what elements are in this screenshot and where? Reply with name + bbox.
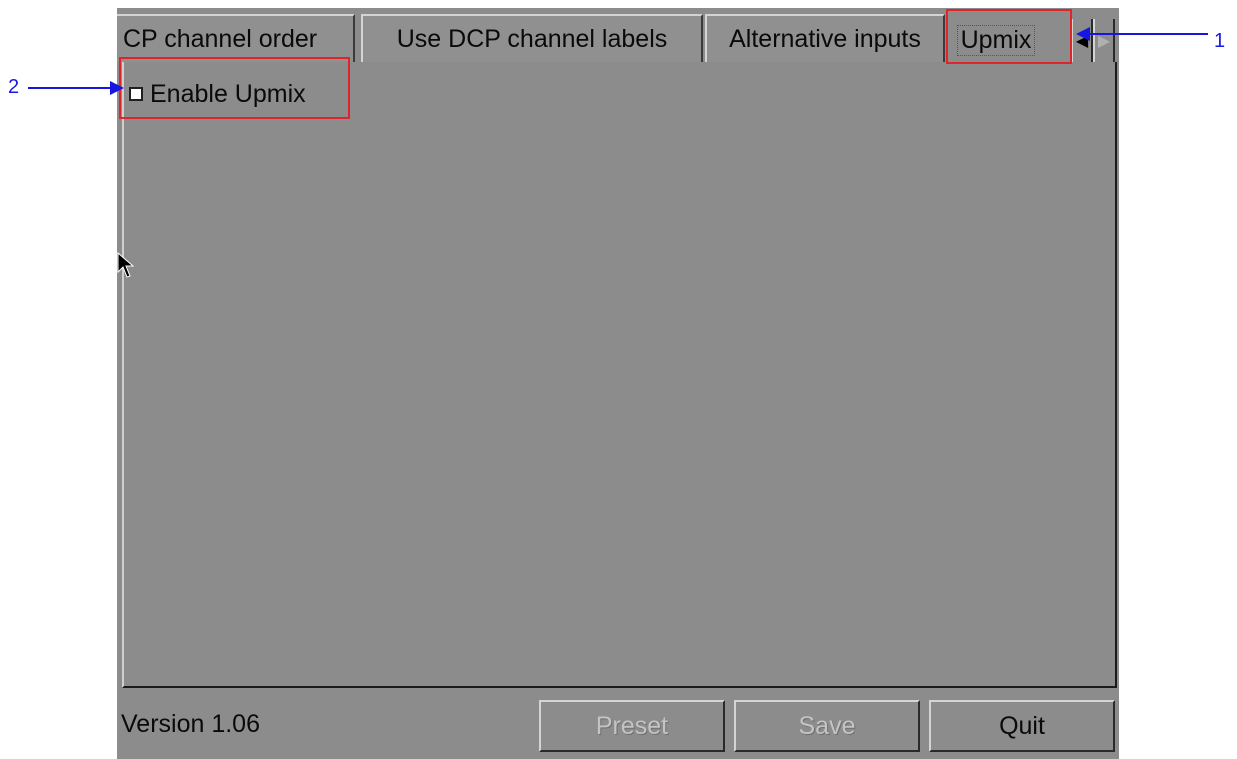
- callout-arrow-2-line: [28, 87, 112, 89]
- callout-number-2: 2: [8, 76, 20, 98]
- callout-box-enable-upmix: [119, 57, 350, 119]
- version-label: Version 1.06: [121, 710, 260, 738]
- callout-arrow-1-head: [1076, 27, 1090, 41]
- tab-label: Use DCP channel labels: [396, 24, 668, 53]
- preset-button[interactable]: Preset: [539, 700, 725, 752]
- tab-label: CP channel order: [123, 24, 318, 53]
- callout-arrow-1-line: [1088, 33, 1208, 35]
- tab-dcp-channel-order[interactable]: CP channel order: [117, 14, 355, 62]
- tab-use-dcp-channel-labels[interactable]: Use DCP channel labels: [361, 14, 703, 62]
- callout-number-1: 1: [1214, 30, 1226, 52]
- tab-scroll-right-button[interactable]: ▶: [1093, 19, 1115, 62]
- tab-alternative-inputs[interactable]: Alternative inputs: [705, 14, 945, 62]
- tab-label: Alternative inputs: [729, 24, 921, 53]
- quit-button[interactable]: Quit: [929, 700, 1115, 752]
- callout-box-upmix-tab: [946, 9, 1072, 64]
- callout-arrow-2-head: [110, 81, 124, 95]
- mouse-cursor-icon: [117, 252, 135, 278]
- upmix-tab-panel: Enable Upmix: [122, 62, 1117, 688]
- upmix-settings-screen: CP channel order Use DCP channel labels …: [117, 8, 1119, 759]
- save-button[interactable]: Save: [734, 700, 920, 752]
